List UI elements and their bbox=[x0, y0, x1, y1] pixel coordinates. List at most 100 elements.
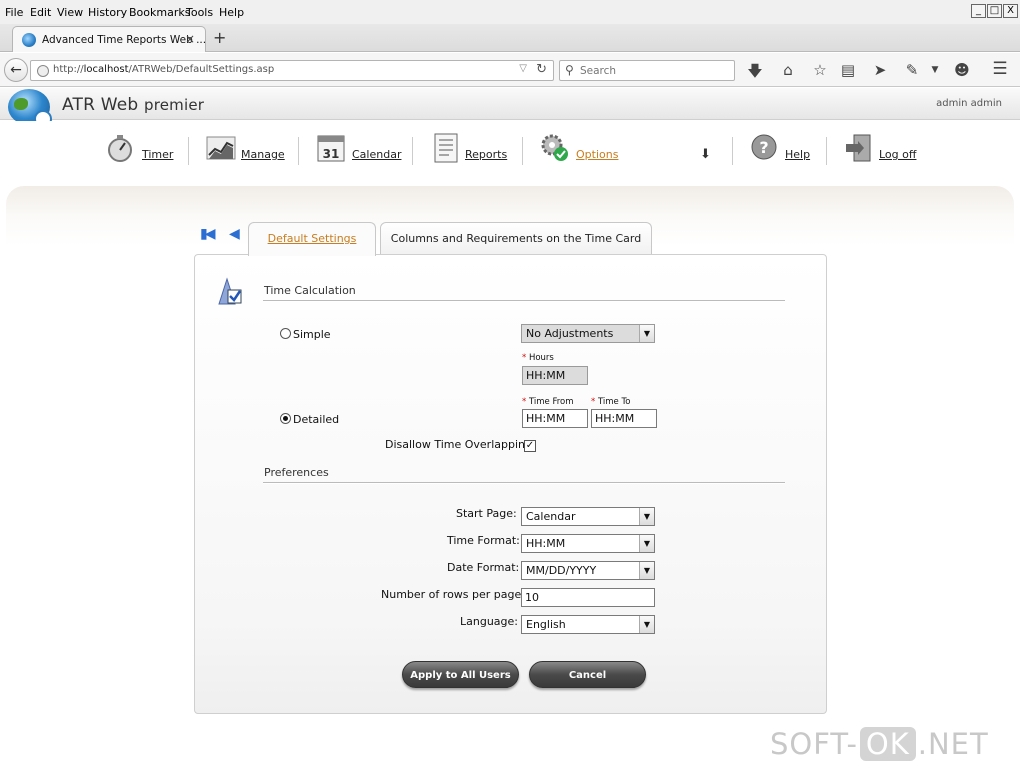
start-page-select[interactable]: Calendar ▼ bbox=[521, 507, 655, 526]
date-format-select[interactable]: MM/DD/YYYY ▼ bbox=[521, 561, 655, 580]
time-format-label: Time Format: bbox=[447, 534, 520, 547]
search-box[interactable]: ⚲ bbox=[559, 60, 735, 81]
globe-land-icon bbox=[14, 98, 28, 110]
browser-tabstrip: Advanced Time Reports Web ... × + bbox=[0, 24, 1020, 52]
detailed-label: Detailed bbox=[293, 413, 340, 426]
app-logo bbox=[8, 89, 52, 128]
chart-icon bbox=[206, 136, 236, 160]
nav-divider bbox=[188, 137, 189, 165]
date-format-value: MM/DD/YYYY bbox=[526, 564, 597, 577]
menu-history[interactable]: History bbox=[88, 6, 127, 19]
svg-text:31: 31 bbox=[323, 147, 340, 161]
time-to-field[interactable]: HH:MM bbox=[591, 409, 657, 428]
send-icon[interactable]: ➤ bbox=[870, 61, 890, 79]
tab-default-settings[interactable]: Default Settings bbox=[248, 222, 376, 256]
back-button[interactable]: ← bbox=[4, 58, 28, 82]
app-header: ATR Web premier admin admin bbox=[0, 88, 1020, 128]
hours-field[interactable]: HH:MM bbox=[522, 366, 588, 385]
new-tab-button[interactable]: + bbox=[213, 28, 226, 47]
app-nav: Timer Manage 31 Calendar Reports Options… bbox=[0, 121, 1020, 186]
url-dropdown-icon[interactable]: ▽ bbox=[519, 63, 527, 74]
apply-to-all-users-button[interactable]: Apply to All Users bbox=[402, 661, 519, 688]
search-icon: ⚲ bbox=[565, 63, 574, 77]
simple-label: Simple bbox=[293, 328, 331, 341]
calendar-icon: 31 bbox=[317, 135, 345, 162]
download-icon[interactable]: 🡇 bbox=[745, 61, 765, 86]
nav-divider bbox=[826, 137, 827, 165]
time-calculation-icon bbox=[218, 277, 242, 305]
svg-text:?: ? bbox=[759, 138, 768, 157]
close-window-button[interactable]: X bbox=[1003, 4, 1018, 18]
time-to-label: * Time To bbox=[591, 397, 631, 407]
rows-per-page-label: Number of rows per page: bbox=[381, 588, 525, 601]
nav-help-label: Help bbox=[785, 148, 811, 161]
reading-list-icon[interactable]: ▤ bbox=[838, 61, 858, 79]
maximize-button[interactable]: □ bbox=[987, 4, 1002, 18]
browser-navbar: ← http://localhost/ATRWeb/DefaultSetting… bbox=[0, 53, 1020, 87]
pocket-icon[interactable]: ✎ bbox=[902, 61, 922, 79]
time-format-select[interactable]: HH:MM ▼ bbox=[521, 534, 655, 553]
disallow-overlap-checkbox[interactable]: ✓ bbox=[524, 440, 536, 452]
report-icon bbox=[434, 133, 458, 163]
url-bar[interactable]: http://localhost/ATRWeb/DefaultSettings.… bbox=[30, 60, 554, 81]
chevron-down-icon[interactable]: ▼ bbox=[925, 65, 945, 75]
minimize-button[interactable]: _ bbox=[971, 4, 986, 18]
search-input[interactable] bbox=[580, 63, 730, 78]
rows-per-page-field[interactable]: 10 bbox=[521, 588, 655, 607]
menu-help[interactable]: Help bbox=[219, 6, 244, 19]
browser-menubar: File Edit View History Bookmarks Tools H… bbox=[0, 0, 1020, 24]
hamburger-menu-icon[interactable]: ☰ bbox=[990, 59, 1010, 79]
help-icon: ? bbox=[751, 134, 777, 160]
download-arrow-icon[interactable]: ⬇ bbox=[700, 147, 711, 187]
nav-divider bbox=[522, 137, 523, 165]
chevron-down-icon: ▼ bbox=[639, 508, 654, 525]
menu-bookmarks[interactable]: Bookmarks bbox=[129, 6, 190, 19]
settings-panel bbox=[194, 254, 827, 714]
home-icon[interactable]: ⌂ bbox=[778, 61, 798, 79]
simple-adjustment-select[interactable]: No Adjustments ▼ bbox=[521, 324, 655, 343]
globe-icon bbox=[37, 65, 49, 77]
simple-radio[interactable] bbox=[280, 328, 291, 339]
time-from-field[interactable]: HH:MM bbox=[522, 409, 588, 428]
nav-calendar-label: Calendar bbox=[352, 148, 402, 161]
favicon-icon bbox=[22, 33, 36, 47]
nav-manage-label: Manage bbox=[241, 148, 285, 161]
nav-divider bbox=[732, 137, 733, 165]
tab-columns-requirements[interactable]: Columns and Requirements on the Time Car… bbox=[380, 222, 652, 255]
logoff-door-icon bbox=[846, 134, 871, 162]
language-select[interactable]: English ▼ bbox=[521, 615, 655, 634]
detailed-radio[interactable] bbox=[280, 413, 291, 424]
chevron-down-icon: ▼ bbox=[639, 325, 654, 342]
stopwatch-icon bbox=[108, 135, 132, 162]
menu-file[interactable]: File bbox=[5, 6, 23, 19]
section-divider bbox=[263, 482, 785, 484]
simple-adjustment-value: No Adjustments bbox=[526, 327, 614, 340]
app-title: ATR Web premier bbox=[62, 95, 205, 115]
first-page-icon[interactable]: ▮◀ bbox=[200, 226, 216, 242]
nav-reports-label: Reports bbox=[465, 148, 508, 161]
menu-tools[interactable]: Tools bbox=[186, 6, 213, 19]
nav-divider bbox=[298, 137, 299, 165]
cancel-button[interactable]: Cancel bbox=[529, 661, 646, 688]
time-from-label: * Time From bbox=[522, 397, 574, 407]
browser-tab[interactable]: Advanced Time Reports Web ... × bbox=[12, 26, 206, 52]
bookmark-star-icon[interactable]: ☆ bbox=[810, 61, 830, 79]
disallow-overlap-label: Disallow Time Overlapping bbox=[385, 438, 532, 451]
previous-page-icon[interactable]: ◀ bbox=[229, 226, 240, 242]
reload-icon[interactable]: ↻ bbox=[536, 62, 547, 77]
chevron-down-icon: ▼ bbox=[639, 562, 654, 579]
nav-divider bbox=[412, 137, 413, 165]
nav-options-label: Options bbox=[576, 148, 619, 161]
menu-edit[interactable]: Edit bbox=[30, 6, 51, 19]
nav-logoff-label: Log off bbox=[879, 148, 917, 161]
window-controls: _ □ X bbox=[971, 4, 1018, 18]
user-name: admin admin bbox=[936, 98, 1002, 109]
watermark: SOFT- OK .NET bbox=[770, 727, 989, 761]
tab-close-icon[interactable]: × bbox=[185, 32, 195, 46]
preferences-title: Preferences bbox=[264, 466, 329, 479]
language-label: Language: bbox=[460, 615, 518, 628]
chat-icon[interactable]: ☻ bbox=[952, 61, 972, 79]
menu-view[interactable]: View bbox=[57, 6, 83, 19]
time-calculation-title: Time Calculation bbox=[264, 284, 356, 297]
gear-icon bbox=[541, 134, 568, 161]
